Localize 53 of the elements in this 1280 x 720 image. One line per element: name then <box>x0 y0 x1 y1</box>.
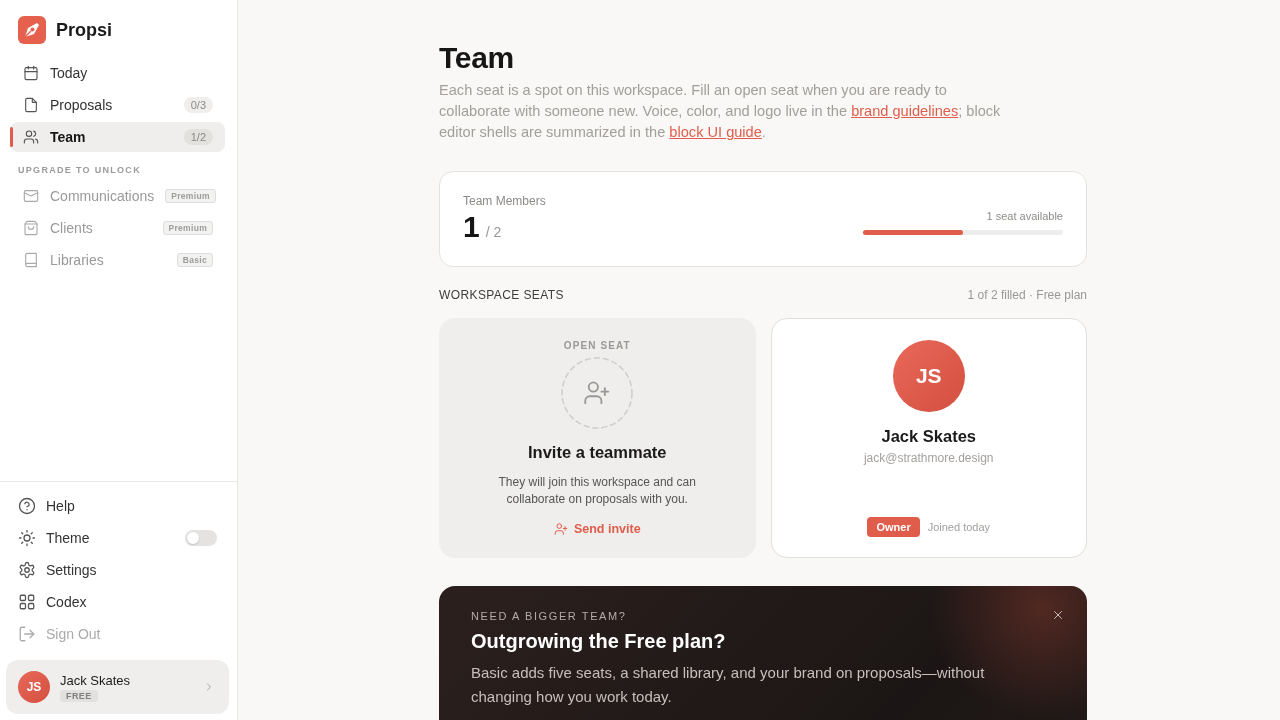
settings-icon <box>18 561 36 579</box>
footer-link[interactable]: Theme <box>18 529 90 547</box>
theme-toggle[interactable] <box>185 530 217 546</box>
member-avatar: JS <box>892 340 965 412</box>
seat-label: OPEN SEAT <box>563 340 631 351</box>
tier-badge: Basic <box>176 253 213 267</box>
logo-icon <box>18 16 46 44</box>
add-user-icon <box>561 357 634 429</box>
availability-text: 1 seat available <box>986 209 1063 222</box>
page-title: Team <box>439 40 515 76</box>
book-icon <box>23 252 39 268</box>
stats-label: Team Members <box>463 194 546 208</box>
description-text: Each seat is a spot on this workspace. Fill an open seat when you are ready to collaborate with someone new. Voice, color, and logo live in the brand guidelines; block editor shells are summarized in the block UI guide. <box>439 81 1002 142</box>
count-badge: 0/3 <box>183 97 213 113</box>
document-icon <box>23 97 39 113</box>
footer-link[interactable]: Settings <box>18 561 97 579</box>
count-badge: 1/2 <box>183 129 213 145</box>
grid-icon <box>18 593 36 611</box>
sun-icon <box>18 529 36 547</box>
section-heading: UPGRADE TO UNLOCK <box>18 164 141 176</box>
tier-badge: Premium <box>165 189 216 203</box>
tier-badge: Premium <box>162 221 213 235</box>
joined-text: Joined today <box>927 521 991 533</box>
role-badge: Owner <box>867 517 920 537</box>
seat-description: They will join this workspace and can collaborate on proposals with you. <box>497 474 697 508</box>
plan-badge: FREE <box>60 689 98 702</box>
footer-link[interactable]: Help <box>18 497 75 515</box>
nav-item[interactable]: Team 1/2 <box>10 122 225 152</box>
mail-icon <box>23 188 39 204</box>
member-email: jack@strathmore.design <box>863 451 994 465</box>
section-summary: 1 of 2 filled · Free plan <box>967 288 1087 302</box>
help-icon <box>18 497 36 515</box>
banner-title: Outgrowing the Free plan? <box>471 630 726 653</box>
footer-link[interactable]: Codex <box>18 593 87 611</box>
nav-item[interactable]: Proposals 0/3 <box>10 90 225 120</box>
member-count: 1 <box>463 210 480 244</box>
users-icon <box>23 129 39 145</box>
calendar-icon <box>23 65 39 81</box>
banner-eyebrow: NEED A BIGGER TEAM? <box>471 610 627 622</box>
user-plus-icon <box>553 522 568 536</box>
seat-title: Invite a teammate <box>528 443 667 462</box>
nav-item[interactable]: Today <box>10 58 225 88</box>
brand-name: Propsi <box>56 19 112 41</box>
user-name: Jack Skates <box>60 672 131 688</box>
user-card[interactable]: JS Jack Skates FREE <box>6 660 229 714</box>
shopping-bag-icon <box>23 220 39 236</box>
close-icon <box>1051 608 1065 622</box>
section-title: WORKSPACE SEATS <box>439 288 564 302</box>
seat-total: / 2 <box>485 224 502 240</box>
user-avatar: JS <box>18 671 50 703</box>
logout-icon <box>18 625 36 643</box>
banner-text: Basic adds five seats, a shared library, and your brand on proposals—without changing how you work today. <box>471 663 986 707</box>
member-name: Jack Skates <box>881 427 976 446</box>
